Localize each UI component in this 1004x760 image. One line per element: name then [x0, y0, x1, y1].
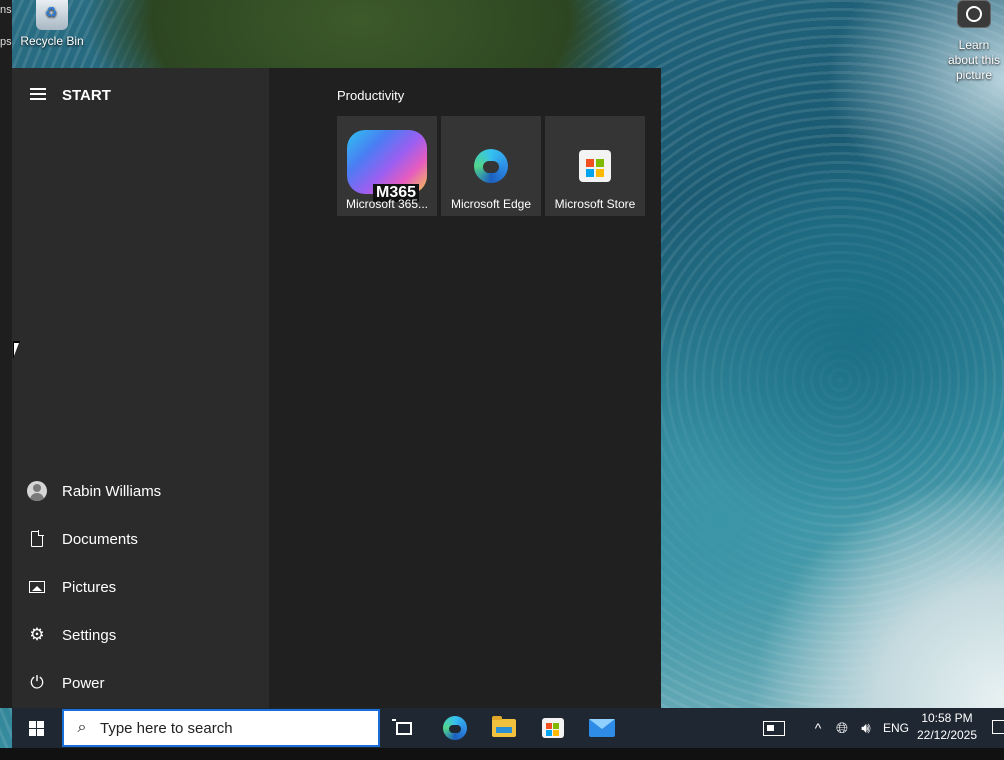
- taskbar-task-view[interactable]: [382, 708, 426, 748]
- tile-microsoft-store[interactable]: Microsoft Store: [545, 116, 645, 216]
- start-nav-label: Pictures: [62, 578, 117, 596]
- background-window-edge: ns ps: [0, 0, 12, 708]
- mouse-cursor-icon: [13, 341, 20, 359]
- taskbar-app-file-explorer[interactable]: [482, 708, 526, 748]
- start-nav-documents[interactable]: Documents: [12, 515, 269, 563]
- search-input[interactable]: [100, 719, 360, 737]
- power-icon: ⏻: [30, 673, 44, 692]
- background-window-text: ps: [0, 36, 12, 48]
- tile-label: Microsoft 365...: [345, 197, 429, 211]
- user-name-label: Rabin Williams: [62, 482, 162, 500]
- globe-network-icon: 🌐︎: [835, 719, 848, 737]
- start-menu-sidebar: START Rabin Williams Documents Pictures …: [12, 68, 269, 708]
- taskbar-app-store[interactable]: [531, 708, 575, 748]
- tray-volume[interactable]: 🔊︎: [855, 708, 877, 748]
- desktop-icon-learn-about-picture[interactable]: Learn about this picture: [944, 0, 1004, 83]
- news-icon: [763, 720, 785, 736]
- recycle-bin-label: Recycle Bin: [20, 34, 84, 48]
- file-explorer-icon: [492, 716, 516, 737]
- edge-icon: [443, 716, 467, 740]
- windows-logo-icon: [28, 720, 44, 736]
- search-icon: ⌕: [77, 719, 87, 736]
- taskbar-app-mail[interactable]: [580, 708, 624, 748]
- store-icon: [579, 150, 611, 182]
- start-nav-power[interactable]: ⏻ Power: [12, 659, 269, 707]
- document-icon: [31, 530, 44, 547]
- tile-microsoft-edge[interactable]: Microsoft Edge: [441, 116, 541, 216]
- tile-label: Microsoft Store: [554, 197, 636, 211]
- start-menu-title: START: [62, 87, 111, 104]
- start-nav-label: Documents: [62, 530, 138, 548]
- camera-icon: [957, 0, 991, 28]
- learn-about-label: Learn about this picture: [947, 38, 1001, 82]
- task-view-icon: [392, 718, 412, 735]
- tile-group-label: Productivity: [337, 88, 405, 103]
- chevron-up-icon: ^: [814, 720, 822, 736]
- taskbar-clock[interactable]: 10:58 PM 22/12/2025: [912, 710, 982, 744]
- pictures-icon: [29, 581, 45, 593]
- start-nav-label: Settings: [62, 626, 117, 644]
- background-window-text: ns: [0, 4, 12, 16]
- recycle-bin-icon: [36, 0, 68, 30]
- tray-network[interactable]: 🌐︎: [832, 708, 852, 748]
- tray-show-hidden-icons[interactable]: ^: [808, 708, 828, 748]
- taskbar-search-box[interactable]: ⌕: [62, 709, 380, 747]
- tile-label: Microsoft Edge: [450, 197, 532, 211]
- start-user-account[interactable]: Rabin Williams: [12, 467, 269, 515]
- notification-center-icon[interactable]: [992, 720, 1004, 734]
- start-button[interactable]: [12, 708, 60, 748]
- clock-time: 10:58 PM: [921, 711, 973, 725]
- start-menu: START Rabin Williams Documents Pictures …: [12, 68, 661, 708]
- edge-icon: [474, 149, 508, 183]
- start-nav-settings[interactable]: ⚙ Settings: [12, 611, 269, 659]
- tray-news-and-interests[interactable]: [758, 708, 790, 748]
- screen-bottom-edge: [0, 748, 1004, 760]
- mail-icon: [589, 719, 615, 737]
- clock-date: 22/12/2025: [916, 728, 978, 742]
- start-nav-label: Power: [62, 674, 105, 692]
- tray-language[interactable]: ENG: [880, 708, 912, 748]
- gear-icon: ⚙: [29, 625, 45, 644]
- desktop-icon-recycle-bin[interactable]: Recycle Bin: [20, 0, 84, 48]
- start-nav-pictures[interactable]: Pictures: [12, 563, 269, 611]
- store-icon: [542, 718, 564, 738]
- taskbar: ⌕ ^ 🌐︎ 🔊︎ ENG 10:58 PM 22/12/2025: [12, 708, 1004, 748]
- tile-microsoft-365[interactable]: M365 Microsoft 365...: [337, 116, 437, 216]
- hamburger-menu-icon[interactable]: [30, 88, 46, 102]
- speaker-icon: 🔊︎: [861, 719, 871, 737]
- taskbar-app-edge[interactable]: [433, 708, 477, 748]
- user-avatar-icon: [27, 481, 47, 501]
